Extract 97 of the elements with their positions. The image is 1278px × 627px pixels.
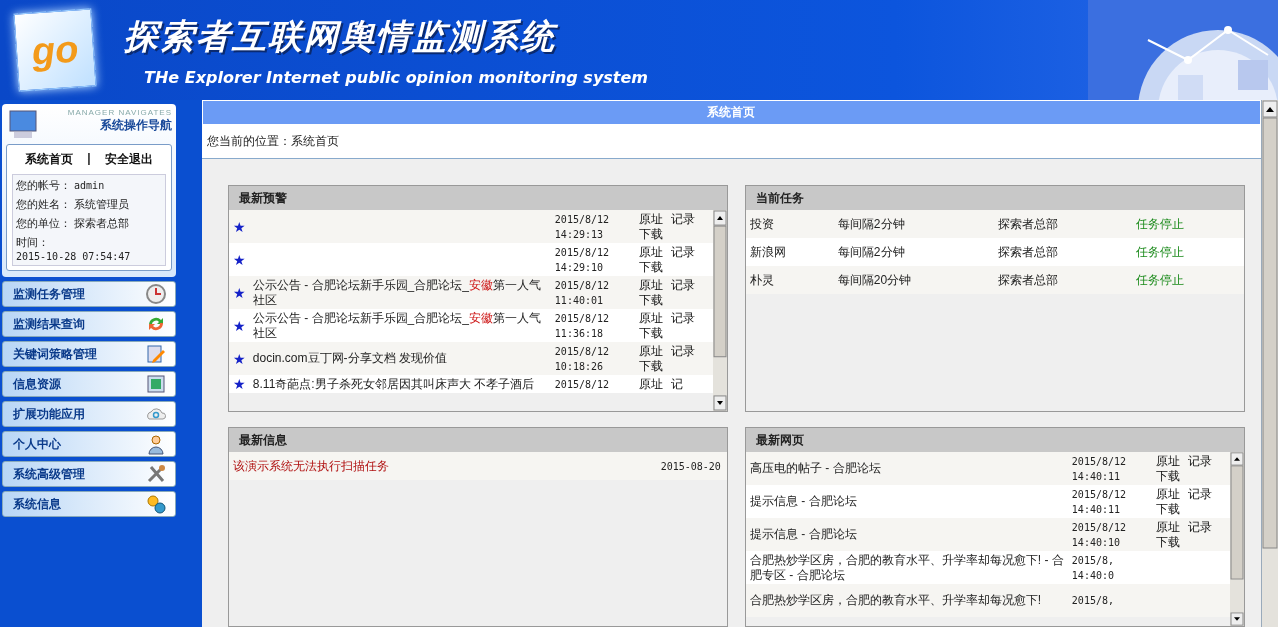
row-link[interactable]: 记录 bbox=[670, 211, 695, 227]
page-title[interactable]: 高压电的帖子 - 合肥论坛 bbox=[749, 461, 1072, 476]
info-line: 您的姓名： 系统管理员 bbox=[16, 197, 131, 212]
menu-item[interactable]: 监测任务管理 bbox=[2, 281, 176, 307]
star-icon: ★ bbox=[232, 218, 246, 235]
person-icon bbox=[145, 433, 167, 455]
edit-icon bbox=[145, 343, 167, 365]
task-interval: 每间隔2分钟 bbox=[837, 243, 906, 261]
task-name: 投资 bbox=[749, 215, 775, 233]
star-icon: ★ bbox=[232, 317, 246, 334]
app-subtitle: THe Explorer Internet public opinion monitoring system bbox=[144, 67, 648, 87]
row-link[interactable]: 原址 bbox=[638, 244, 663, 260]
star-icon: ★ bbox=[232, 251, 246, 268]
nav-link[interactable]: 系统首页 bbox=[25, 151, 74, 168]
row-link[interactable]: 下载 bbox=[1155, 534, 1180, 550]
panel-title: 最新信息 bbox=[238, 431, 287, 449]
page-title[interactable]: 合肥热炒学区房，合肥的教育水平、升学率却每况愈下! - 合肥专区 - 合肥论坛 bbox=[749, 552, 1072, 583]
panel-title: 当前任务 bbox=[755, 189, 804, 207]
timestamp: 2015/8, 14:40:0 bbox=[1071, 553, 1115, 583]
timestamp: 2015/8/12 10:18:26 bbox=[554, 344, 611, 374]
app-title: 探索者互联网舆情监测系统 bbox=[124, 14, 559, 58]
page-scrollbar[interactable] bbox=[1261, 100, 1278, 627]
row-link[interactable]: 记录 bbox=[1187, 486, 1212, 502]
row-link[interactable]: 原址 bbox=[638, 277, 663, 293]
task-unit: 探索者总部 bbox=[997, 215, 1059, 233]
row-link[interactable]: 原址 bbox=[1155, 519, 1180, 535]
menu-item[interactable]: 信息资源 bbox=[2, 371, 176, 397]
row-link[interactable]: 原址 bbox=[638, 343, 663, 359]
row-link[interactable]: 下载 bbox=[1155, 501, 1180, 517]
task-name: 新浪网 bbox=[749, 243, 787, 261]
timestamp: 2015/8/12 14:40:11 bbox=[1071, 454, 1128, 484]
page-title[interactable]: 合肥热炒学区房，合肥的教育水平、升学率却每况愈下! bbox=[749, 593, 1072, 608]
row-link[interactable]: 下载 bbox=[638, 259, 663, 275]
news-date: 2015-08-20 bbox=[660, 460, 721, 472]
timestamp: 2015/8/12 11:40:01 bbox=[554, 278, 611, 308]
row-link[interactable]: 下载 bbox=[638, 292, 663, 308]
row-link[interactable]: 记录 bbox=[670, 277, 695, 293]
row-link[interactable]: 原址 bbox=[1155, 453, 1180, 469]
time-line: 时间： 2015-10-28 07:54:47 bbox=[16, 235, 132, 262]
clock-icon bbox=[145, 283, 167, 305]
task-status: 任务停止 bbox=[1135, 215, 1184, 233]
menu-item[interactable]: 个人中心 bbox=[2, 431, 176, 457]
row-link[interactable]: 记 bbox=[670, 376, 683, 392]
timestamp: 2015/8/12 11:36:18 bbox=[554, 311, 611, 341]
breadcrumb: 您当前的位置：系统首页 bbox=[206, 133, 339, 151]
star-icon: ★ bbox=[232, 284, 246, 301]
news-text[interactable]: 该演示系统无法执行扫描任务 bbox=[232, 457, 389, 475]
separator: | bbox=[87, 151, 91, 167]
row-link[interactable]: 原址 bbox=[638, 376, 663, 392]
alert-title[interactable]: 公示公告 - 合肥论坛新手乐园_合肥论坛_安徽第一人气社区 bbox=[252, 310, 555, 341]
image-icon bbox=[145, 373, 167, 395]
timestamp: 2015/8/12 14:29:13 bbox=[554, 212, 611, 242]
info-line: 您的帐号： admin bbox=[16, 178, 106, 193]
task-unit: 探索者总部 bbox=[997, 243, 1059, 261]
page-title-bar: 系统首页 bbox=[201, 100, 1261, 126]
row-link[interactable]: 原址 bbox=[638, 211, 663, 227]
star-icon: ★ bbox=[232, 350, 246, 367]
menu-item[interactable]: 系统信息 bbox=[2, 491, 176, 517]
row-link[interactable]: 原址 bbox=[1155, 486, 1180, 502]
timestamp: 2015/8/12 14:40:10 bbox=[1071, 520, 1128, 550]
menu-item[interactable]: 扩展功能应用 bbox=[2, 401, 176, 427]
alert-title[interactable]: 公示公告 - 合肥论坛新手乐园_合肥论坛_安徽第一人气社区 bbox=[252, 277, 555, 308]
row-link[interactable]: 下载 bbox=[638, 325, 663, 341]
row-link[interactable]: 下载 bbox=[638, 226, 663, 242]
task-name: 朴灵 bbox=[749, 271, 775, 289]
row-link[interactable]: 记录 bbox=[1187, 453, 1212, 469]
task-status: 任务停止 bbox=[1135, 243, 1184, 261]
star-icon: ★ bbox=[232, 376, 246, 392]
page-title[interactable]: 提示信息 - 合肥论坛 bbox=[749, 494, 1072, 509]
nav-caption: MANAGER NAVIGATES bbox=[67, 108, 172, 117]
task-unit: 探索者总部 bbox=[997, 271, 1059, 289]
page-title[interactable]: 提示信息 - 合肥论坛 bbox=[749, 527, 1072, 542]
row-link[interactable]: 记录 bbox=[670, 343, 695, 359]
alert-title[interactable]: docin.com豆丁网-分享文档 发现价值 bbox=[252, 351, 555, 366]
timestamp: 2015/8, bbox=[1071, 594, 1115, 608]
panel-title: 最新预警 bbox=[238, 189, 287, 207]
nav-title: 系统操作导航 bbox=[100, 117, 172, 134]
row-link[interactable]: 记录 bbox=[1187, 519, 1212, 535]
task-interval: 每间隔2分钟 bbox=[837, 215, 906, 233]
row-link[interactable]: 记录 bbox=[670, 310, 695, 326]
row-link[interactable]: 原址 bbox=[638, 310, 663, 326]
timestamp: 2015/8/12 14:29:10 bbox=[554, 245, 611, 275]
row-link[interactable]: 下载 bbox=[638, 358, 663, 374]
task-status: 任务停止 bbox=[1135, 271, 1184, 289]
timestamp: 2015/8/12 bbox=[554, 377, 611, 392]
nav-link[interactable]: 安全退出 bbox=[104, 151, 153, 168]
task-interval: 每间隔20分钟 bbox=[837, 271, 913, 289]
menu-item[interactable]: 系统高级管理 bbox=[2, 461, 176, 487]
panel-title: 最新网页 bbox=[755, 431, 804, 449]
alert-title[interactable]: 8.11奇葩点:男子杀死女邻居因其叫床声大 不孝子酒后 bbox=[252, 376, 555, 392]
menu-item[interactable]: 关键词策略管理 bbox=[2, 341, 176, 367]
row-link[interactable]: 下载 bbox=[1155, 468, 1180, 484]
row-link[interactable]: 记录 bbox=[670, 244, 695, 260]
timestamp: 2015/8/12 14:40:11 bbox=[1071, 487, 1128, 517]
menu-item[interactable]: 监测结果查询 bbox=[2, 311, 176, 337]
info-line: 您的单位： 探索者总部 bbox=[16, 216, 131, 231]
logo: go bbox=[13, 8, 97, 92]
